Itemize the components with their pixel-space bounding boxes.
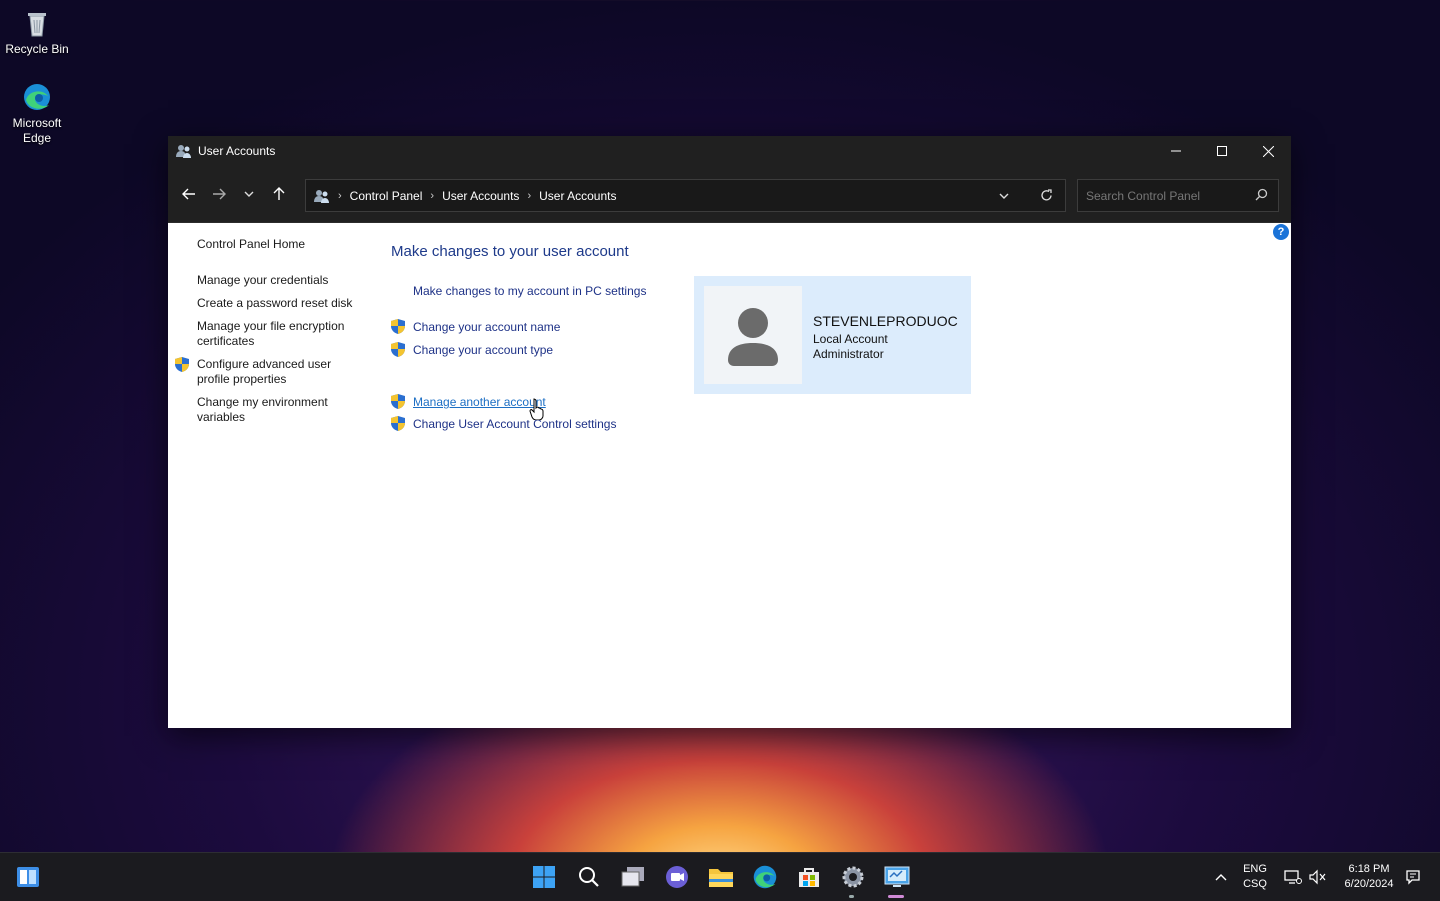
show-hidden-icons-button[interactable] [1207, 863, 1235, 891]
chevron-right-icon: › [338, 189, 342, 202]
user-avatar-icon [728, 308, 778, 366]
up-button[interactable] [264, 179, 294, 209]
edge-icon [753, 865, 777, 889]
uac-shield-icon [391, 394, 405, 409]
clock-date: 6/20/2024 [1344, 878, 1394, 890]
page-heading: Make changes to your user account [391, 243, 629, 260]
account-card: STEVENLEPRODUOC Local Account Administra… [694, 276, 971, 394]
volume-status[interactable] [1304, 863, 1332, 891]
notifications-button[interactable] [1399, 863, 1427, 891]
sidebar-control-panel-home[interactable]: Control Panel Home [197, 237, 305, 252]
edge-icon [22, 82, 52, 112]
account-role: Administrator [813, 347, 884, 361]
task-view-icon [621, 867, 644, 887]
settings-button[interactable] [839, 863, 867, 891]
title-bar: User Accounts [168, 136, 1291, 166]
change-account-name-link[interactable]: Change your account name [413, 320, 560, 335]
sidebar-item-encryption[interactable]: Manage your file encryption certificates [197, 319, 357, 349]
address-dropdown-button[interactable] [989, 181, 1019, 211]
keyboard-layout: CSQ [1243, 878, 1267, 890]
uac-shield-icon [391, 342, 405, 357]
clock-time: 6:18 PM [1348, 863, 1390, 875]
windows-icon [533, 866, 555, 888]
account-type: Local Account [813, 332, 888, 346]
taskbar: ENG CSQ 6:18 PM 6/20/2024 [0, 852, 1440, 901]
minimize-button[interactable] [1153, 136, 1199, 166]
maximize-button[interactable] [1199, 136, 1245, 166]
close-button[interactable] [1245, 136, 1291, 166]
chevron-up-icon [1215, 874, 1227, 881]
navigation-bar: › Control Panel › User Accounts › User A… [168, 166, 1291, 223]
user-accounts-icon [176, 145, 191, 158]
edge-label: Microsoft Edge [12, 116, 62, 145]
folder-icon [709, 869, 733, 887]
uac-shield-icon [175, 357, 189, 372]
store-icon [799, 868, 819, 887]
control-panel-icon [884, 866, 910, 887]
edge-button[interactable] [751, 863, 779, 891]
refresh-button[interactable] [1031, 181, 1061, 211]
search-icon [1255, 188, 1268, 201]
avatar [704, 286, 802, 384]
uac-settings-link[interactable]: Change User Account Control settings [413, 417, 616, 432]
clock[interactable]: 6:18 PM 6/20/2024 [1336, 862, 1402, 892]
search-placeholder: Search Control Panel [1086, 188, 1201, 203]
forward-button[interactable] [204, 179, 234, 209]
volume-muted-icon [1309, 869, 1326, 885]
breadcrumb-user-accounts-current[interactable]: User Accounts [539, 189, 616, 203]
address-bar[interactable]: › Control Panel › User Accounts › User A… [305, 179, 1066, 212]
uac-shield-icon [391, 319, 405, 334]
store-button[interactable] [795, 863, 823, 891]
gear-icon [842, 866, 864, 888]
sidebar-item-environment-variables[interactable]: Change my environment variables [197, 395, 347, 425]
user-accounts-window: User Accounts › Control Panel › User Acc… [168, 136, 1291, 728]
task-view-button[interactable] [619, 863, 647, 891]
breadcrumb-user-accounts[interactable]: User Accounts [442, 189, 519, 203]
back-button[interactable] [174, 179, 204, 209]
content-area: ? Control Panel Home Manage your credent… [168, 222, 1291, 728]
file-explorer-button[interactable] [707, 863, 735, 891]
search-button[interactable] [575, 863, 603, 891]
help-icon[interactable]: ? [1273, 224, 1289, 240]
recycle-bin-label: Recycle Bin [5, 42, 69, 56]
account-name: STEVENLEPRODUOC [813, 313, 958, 329]
control-panel-taskbar-button[interactable] [883, 863, 911, 891]
recent-locations-button[interactable] [234, 179, 264, 209]
desktop-icon-recycle-bin[interactable]: Recycle Bin [0, 8, 74, 57]
notification-icon [1406, 870, 1420, 885]
control-panel-icon [314, 189, 329, 203]
chevron-right-icon: › [430, 189, 435, 202]
widgets-icon [17, 867, 39, 887]
sidebar-item-advanced-profile[interactable]: Configure advanced user profile properti… [197, 357, 347, 387]
hand-cursor-icon [529, 398, 544, 420]
network-icon [1284, 870, 1302, 884]
chat-icon [666, 866, 688, 888]
window-title: User Accounts [198, 144, 276, 158]
sidebar-item-credentials[interactable]: Manage your credentials [197, 273, 328, 288]
uac-shield-icon [391, 416, 405, 431]
active-indicator [888, 895, 904, 898]
language-indicator[interactable]: ENG CSQ [1237, 862, 1273, 892]
recycle-bin-icon [22, 8, 52, 38]
sidebar-item-password-reset[interactable]: Create a password reset disk [197, 296, 352, 311]
start-button[interactable] [530, 863, 558, 891]
pc-settings-link[interactable]: Make changes to my account in PC setting… [413, 284, 646, 299]
widgets-button[interactable] [14, 863, 42, 891]
chevron-right-icon: › [527, 189, 532, 202]
manage-another-account-link[interactable]: Manage another account [413, 395, 546, 410]
breadcrumb-control-panel[interactable]: Control Panel [350, 189, 423, 203]
language-code: ENG [1243, 863, 1267, 875]
search-icon [579, 867, 599, 887]
chat-button[interactable] [663, 863, 691, 891]
desktop-icon-edge[interactable]: Microsoft Edge [0, 82, 74, 146]
network-status[interactable] [1279, 863, 1307, 891]
running-indicator [849, 895, 854, 898]
search-input[interactable]: Search Control Panel [1077, 179, 1279, 212]
change-account-type-link[interactable]: Change your account type [413, 343, 553, 358]
